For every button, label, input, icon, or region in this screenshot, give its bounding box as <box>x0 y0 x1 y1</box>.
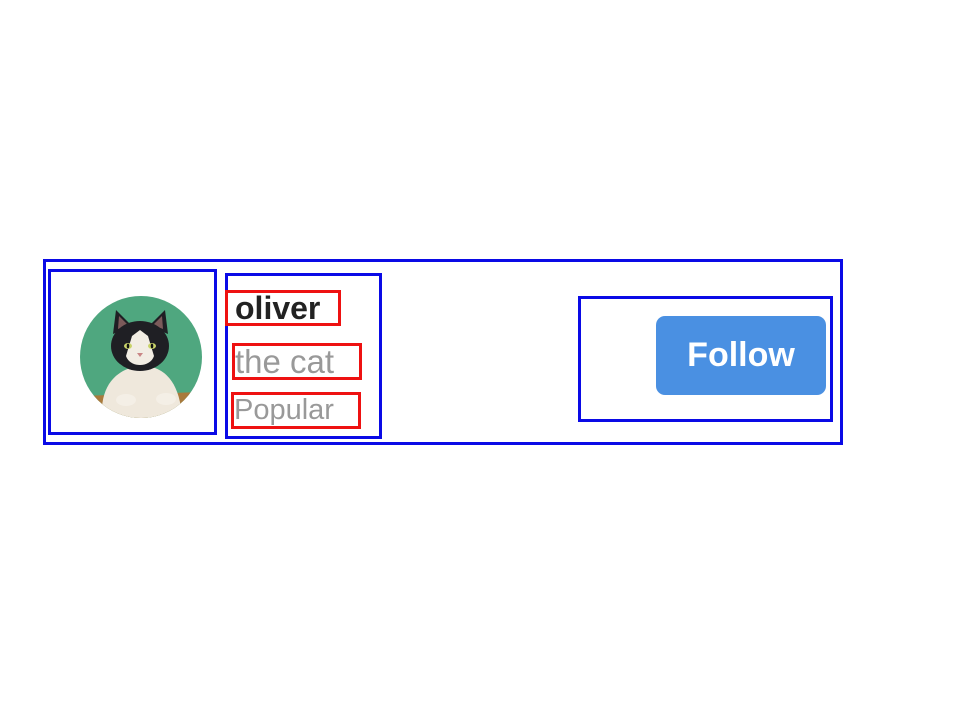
profile-subtitle: the cat <box>232 343 362 380</box>
profile-tag: Popular <box>231 392 361 429</box>
avatar <box>80 296 202 418</box>
cat-photo-icon <box>80 296 202 418</box>
profile-name: oliver <box>225 290 341 326</box>
follow-button[interactable]: Follow <box>656 316 826 395</box>
